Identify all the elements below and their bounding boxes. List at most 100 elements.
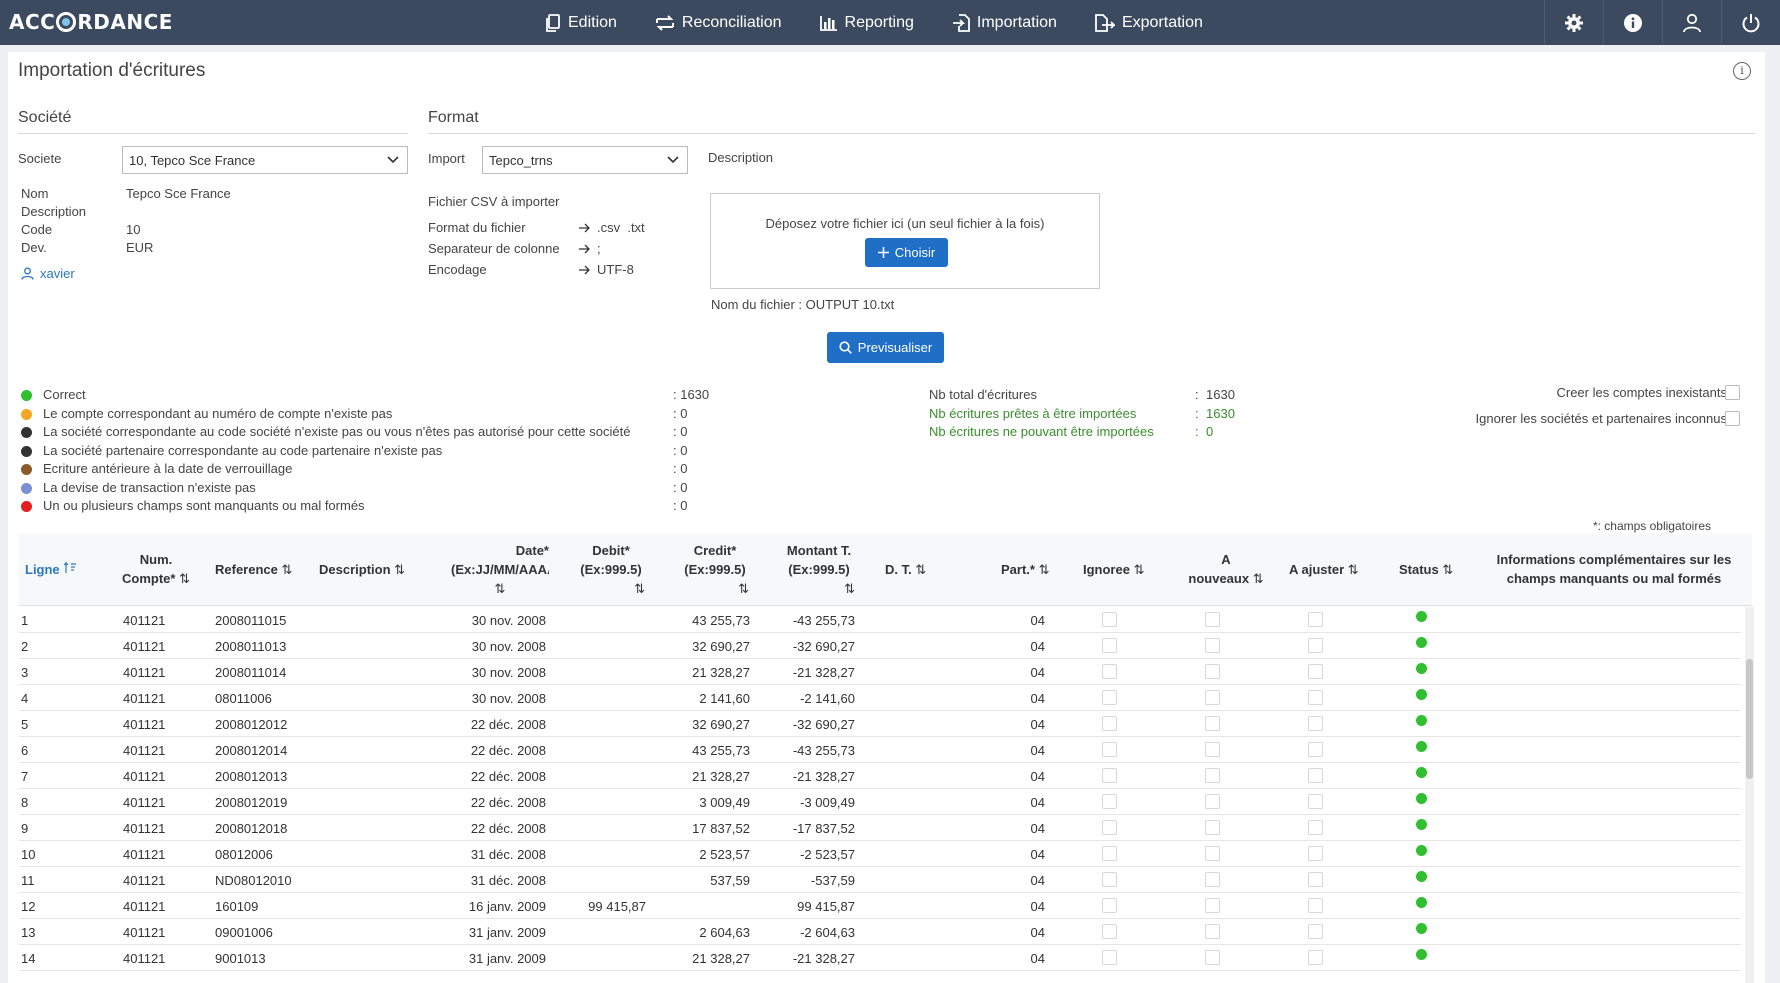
a-ajuster-checkbox[interactable] xyxy=(1308,872,1323,887)
accordance-logo[interactable]: ACC RDANCE xyxy=(9,10,173,34)
cell-reference: 08012006 xyxy=(215,847,273,862)
info-button[interactable] xyxy=(1603,0,1662,45)
col-montant[interactable]: Montant T. (Ex:999.5) ⇅ xyxy=(777,541,861,598)
table-row[interactable]: 6 401121 2008012014 22 déc. 2008 43 255,73 -4… xyxy=(19,737,1741,763)
ignoree-checkbox[interactable] xyxy=(1102,664,1117,679)
cell-credit: 21 328,27 xyxy=(692,665,750,680)
col-dt[interactable]: D. T. ⇅ xyxy=(885,560,926,579)
table-row[interactable]: 11 401121 ND08012010 31 déc. 2008 537,59 -537… xyxy=(19,867,1741,893)
nav-reporting[interactable]: Reporting xyxy=(819,14,914,32)
logout-button[interactable] xyxy=(1721,0,1780,45)
table-row[interactable]: 10 401121 08012006 31 déc. 2008 2 523,57 -2 5… xyxy=(19,841,1741,867)
chevron-down-icon xyxy=(387,156,399,164)
ignoree-checkbox[interactable] xyxy=(1102,638,1117,653)
a-nouveaux-checkbox[interactable] xyxy=(1205,794,1220,809)
create-accounts-checkbox[interactable] xyxy=(1725,385,1740,400)
col-a-nouveaux[interactable]: A nouveaux ⇅ xyxy=(1181,550,1271,588)
ignoree-checkbox[interactable] xyxy=(1102,742,1117,757)
ignoree-checkbox[interactable] xyxy=(1102,612,1117,627)
ignoree-checkbox[interactable] xyxy=(1102,794,1117,809)
legend-label: La société correspondante au code sociét… xyxy=(43,424,631,439)
col-ignoree[interactable]: Ignoree ⇅ xyxy=(1083,560,1145,579)
col-part[interactable]: Part.* ⇅ xyxy=(1001,560,1050,579)
cell-ligne: 1 xyxy=(21,613,29,628)
a-nouveaux-checkbox[interactable] xyxy=(1205,768,1220,783)
legend-label: Le compte correspondant au numéro de com… xyxy=(43,405,393,421)
nav-reconciliation[interactable]: Reconciliation xyxy=(655,14,782,32)
col-debit[interactable]: Debit* (Ex:999.5) ⇅ xyxy=(571,541,651,598)
ignoree-checkbox[interactable] xyxy=(1102,950,1117,965)
ignoree-checkbox[interactable] xyxy=(1102,768,1117,783)
a-ajuster-checkbox[interactable] xyxy=(1308,742,1323,757)
a-ajuster-checkbox[interactable] xyxy=(1308,794,1323,809)
a-ajuster-checkbox[interactable] xyxy=(1308,690,1323,705)
a-ajuster-checkbox[interactable] xyxy=(1308,664,1323,679)
nav-importation[interactable]: Importation xyxy=(952,14,1057,32)
a-ajuster-checkbox[interactable] xyxy=(1308,820,1323,835)
a-ajuster-checkbox[interactable] xyxy=(1308,924,1323,939)
a-nouveaux-checkbox[interactable] xyxy=(1205,690,1220,705)
legend-label: Un ou plusieurs champs sont manquants ou… xyxy=(43,498,365,513)
table-row[interactable]: 9 401121 2008012018 22 déc. 2008 17 837,52 -1… xyxy=(19,815,1741,841)
ignoree-checkbox[interactable] xyxy=(1102,924,1117,939)
col-a-ajuster[interactable]: A ajuster ⇅ xyxy=(1289,560,1359,579)
scrollbar-thumb[interactable] xyxy=(1746,659,1753,779)
a-nouveaux-checkbox[interactable] xyxy=(1205,820,1220,835)
a-nouveaux-checkbox[interactable] xyxy=(1205,716,1220,731)
user-link[interactable]: xavier xyxy=(21,266,75,281)
ignoree-checkbox[interactable] xyxy=(1102,898,1117,913)
ignoree-checkbox[interactable] xyxy=(1102,846,1117,861)
a-ajuster-checkbox[interactable] xyxy=(1308,768,1323,783)
nav-edition[interactable]: Edition xyxy=(545,14,617,32)
a-ajuster-checkbox[interactable] xyxy=(1308,898,1323,913)
cell-credit: 32 690,27 xyxy=(692,717,750,732)
file-dropzone[interactable]: Déposez votre fichier ici (un seul fichi… xyxy=(710,193,1100,289)
table-row[interactable]: 4 401121 08011006 30 nov. 2008 2 141,60 -2 14… xyxy=(19,685,1741,711)
nav-exportation[interactable]: Exportation xyxy=(1095,14,1203,32)
a-ajuster-checkbox[interactable] xyxy=(1308,846,1323,861)
a-nouveaux-checkbox[interactable] xyxy=(1205,872,1220,887)
preview-button[interactable]: Previsualiser xyxy=(827,332,944,363)
settings-button[interactable] xyxy=(1544,0,1603,45)
col-status[interactable]: Status ⇅ xyxy=(1399,560,1453,579)
col-num-compte[interactable]: Num. Compte* ⇅ xyxy=(111,550,201,588)
ignoree-checkbox[interactable] xyxy=(1102,716,1117,731)
table-row[interactable]: 13 401121 09001006 31 janv. 2009 2 604,63 -2 … xyxy=(19,919,1741,945)
choose-file-button[interactable]: Choisir xyxy=(865,238,948,267)
a-nouveaux-checkbox[interactable] xyxy=(1205,638,1220,653)
table-row[interactable]: 5 401121 2008012012 22 déc. 2008 32 690,27 -3… xyxy=(19,711,1741,737)
ignoree-checkbox[interactable] xyxy=(1102,820,1117,835)
table-row[interactable]: 8 401121 2008012019 22 déc. 2008 3 009,49 -3 … xyxy=(19,789,1741,815)
a-ajuster-checkbox[interactable] xyxy=(1308,950,1323,965)
table-row[interactable]: 3 401121 2008011014 30 nov. 2008 21 328,27 -2… xyxy=(19,659,1741,685)
import-format-select[interactable]: Tepco_trns xyxy=(482,146,688,174)
ignoree-checkbox[interactable] xyxy=(1102,690,1117,705)
user-button[interactable] xyxy=(1662,0,1721,45)
a-ajuster-checkbox[interactable] xyxy=(1308,612,1323,627)
col-reference[interactable]: Reference ⇅ xyxy=(215,560,292,579)
col-ligne[interactable]: Ligne xyxy=(25,560,77,579)
table-row[interactable]: 12 401121 160109 16 janv. 2009 99 415,87 99 4… xyxy=(19,893,1741,919)
a-nouveaux-checkbox[interactable] xyxy=(1205,898,1220,913)
ignore-unknown-checkbox[interactable] xyxy=(1725,411,1740,426)
help-info-icon[interactable]: i xyxy=(1733,62,1751,80)
a-ajuster-checkbox[interactable] xyxy=(1308,716,1323,731)
a-nouveaux-checkbox[interactable] xyxy=(1205,950,1220,965)
a-ajuster-checkbox[interactable] xyxy=(1308,638,1323,653)
societe-divider xyxy=(18,133,408,134)
col-credit[interactable]: Credit* (Ex:999.5) ⇅ xyxy=(675,541,755,598)
table-row[interactable]: 1 401121 2008011015 30 nov. 2008 43 255,73 -4… xyxy=(19,607,1741,633)
a-nouveaux-checkbox[interactable] xyxy=(1205,612,1220,627)
a-nouveaux-checkbox[interactable] xyxy=(1205,742,1220,757)
a-nouveaux-checkbox[interactable] xyxy=(1205,924,1220,939)
col-description[interactable]: Description ⇅ xyxy=(319,560,405,579)
ignoree-checkbox[interactable] xyxy=(1102,872,1117,887)
a-nouveaux-checkbox[interactable] xyxy=(1205,846,1220,861)
table-row[interactable]: 7 401121 2008012013 22 déc. 2008 21 328,27 -2… xyxy=(19,763,1741,789)
societe-select[interactable]: 10, Tepco Sce France xyxy=(122,146,408,174)
table-row[interactable]: 2 401121 2008011013 30 nov. 2008 32 690,27 -3… xyxy=(19,633,1741,659)
a-nouveaux-checkbox[interactable] xyxy=(1205,664,1220,679)
col-date[interactable]: Date* (Ex:JJ/MM/AAAA) ⇅ xyxy=(451,541,549,598)
table-scrollbar[interactable] xyxy=(1745,607,1754,983)
table-row[interactable]: 14 401121 9001013 31 janv. 2009 21 328,27 -21… xyxy=(19,945,1741,971)
